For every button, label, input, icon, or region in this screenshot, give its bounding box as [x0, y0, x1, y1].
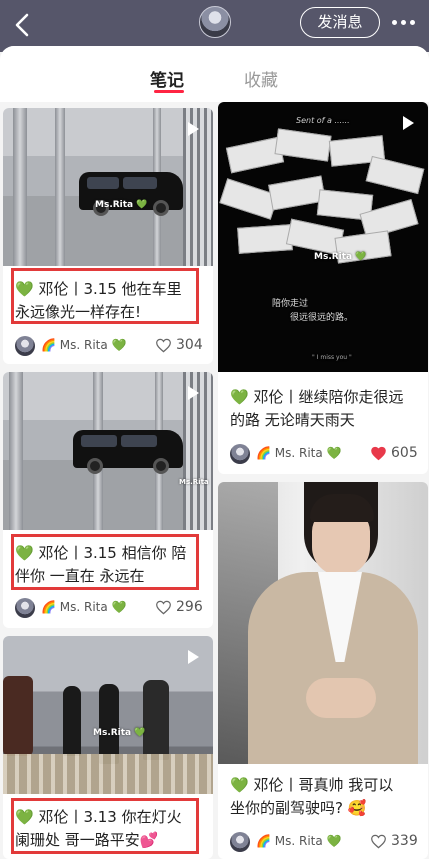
note-title: 💚 邓伦丨3.15 相信你 陪 伴你 一直在 永远在	[15, 544, 187, 585]
watermark: Ms.Rita 💚	[93, 728, 146, 738]
note-cover-image: Sent of a ...... Ms.Rita 💚 陪你走过 很远很远的路。 …	[218, 102, 428, 376]
note-cover-image	[218, 482, 428, 764]
note-card[interactable]: Ms.Rita 💚 💚 邓伦丨3.13 你在灯火 阑珊处 哥一路平安💕	[3, 636, 213, 859]
top-bar: 发消息	[0, 0, 429, 52]
author-avatar	[15, 598, 35, 618]
send-message-button[interactable]: 发消息	[300, 7, 380, 38]
active-tab-indicator	[154, 90, 184, 93]
heart-outline-icon	[371, 834, 386, 849]
author-name: 🌈 Ms. Rita 💚	[256, 834, 342, 848]
note-card[interactable]: 💚 邓伦丨哥真帅 我可以 坐你的副驾驶吗? 🥰 🌈 Ms. Rita 💚 339	[218, 482, 428, 859]
tab-collections[interactable]: 收藏	[244, 66, 278, 91]
image-caption-bottom: " I miss you "	[312, 354, 352, 361]
note-card[interactable]: Ms.Rita 💚 邓伦丨3.15 相信你 陪 伴你 一直在 永远在 🌈 Ms.…	[3, 372, 213, 628]
note-cover-image: Ms.Rita 💚	[3, 108, 213, 266]
note-title: 💚 邓伦丨3.13 你在灯火 阑珊处 哥一路平安💕	[15, 808, 182, 849]
tab-bar: 笔记 收藏	[0, 46, 429, 102]
like-count: 304	[176, 337, 203, 353]
author-avatar	[230, 444, 250, 464]
note-title: 💚 邓伦丨哥真帅 我可以 坐你的副驾驶吗? 🥰	[230, 776, 394, 817]
watermark: Ms.Rita	[179, 478, 209, 486]
author-name: 🌈 Ms. Rita 💚	[41, 600, 127, 614]
author-name: 🌈 Ms. Rita 💚	[256, 446, 342, 460]
note-title: 💚 邓伦丨3.15 他在车里 永远像光一样存在!	[15, 280, 182, 321]
note-cover-image: Ms.Rita 💚	[3, 636, 213, 794]
note-card[interactable]: Sent of a ...... Ms.Rita 💚 陪你走过 很远很远的路。 …	[218, 102, 428, 474]
watermark: Ms.Rita 💚	[314, 252, 367, 262]
more-icon[interactable]	[390, 12, 418, 32]
author-avatar	[15, 336, 35, 356]
chevron-left-icon[interactable]	[10, 10, 36, 40]
note-card[interactable]: Ms.Rita 💚 💚 邓伦丨3.15 他在车里 永远像光一样存在! 🌈 Ms.…	[3, 108, 213, 364]
image-caption-top: Sent of a ......	[296, 116, 350, 125]
author-name: 🌈 Ms. Rita 💚	[41, 338, 127, 352]
image-caption: 陪你走过	[272, 299, 309, 309]
like-count: 339	[391, 833, 418, 849]
video-play-icon	[188, 122, 199, 136]
heart-outline-icon	[156, 600, 171, 615]
author-avatar	[230, 832, 250, 852]
heart-outline-icon	[156, 338, 171, 353]
note-cover-image: Ms.Rita	[3, 372, 213, 530]
profile-avatar[interactable]	[199, 6, 231, 38]
image-caption: 很远很远的路。	[290, 313, 354, 323]
watermark: Ms.Rita 💚	[95, 200, 148, 210]
video-play-icon	[188, 386, 199, 400]
note-title: 💚 邓伦丨继续陪你走很远 的路 无论晴天雨天	[230, 388, 404, 429]
like-count: 296	[176, 599, 203, 615]
tab-notes[interactable]: 笔记	[150, 66, 184, 91]
like-count: 605	[391, 445, 418, 461]
video-play-icon	[403, 116, 414, 130]
video-play-icon	[188, 650, 199, 664]
heart-filled-icon	[371, 446, 386, 461]
